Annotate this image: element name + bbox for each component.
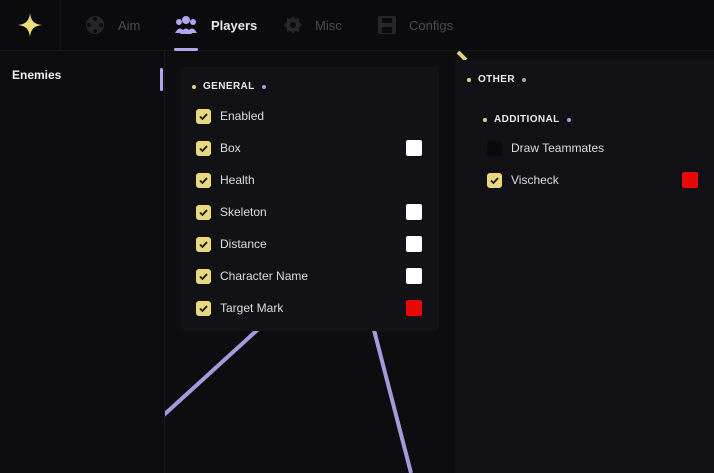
title-dot: [566, 117, 571, 122]
vischeck-checkbox[interactable]: [487, 172, 502, 188]
tab-label: Players: [211, 17, 258, 33]
option-character-name: Character Name: [181, 266, 454, 286]
option-label: Draw Teammates: [511, 141, 605, 155]
option-label: Skeleton: [220, 205, 267, 219]
other-title: OTHER: [478, 74, 515, 85]
check-icon: [199, 304, 208, 312]
crosshair-icon: [84, 14, 106, 36]
option-label: Vischeck: [511, 173, 559, 187]
other-panel: OTHER ADDITIONAL Draw Teammates Vischeck: [455, 60, 714, 473]
title-dot: [522, 77, 526, 82]
users-icon: [173, 14, 199, 36]
option-target-mark: Target Mark: [181, 298, 454, 318]
option-distance: Distance: [181, 234, 454, 254]
tab-label: Aim: [118, 17, 141, 33]
logo: [0, 0, 61, 50]
option-skeleton: Skeleton: [181, 202, 454, 222]
additional-section-title: ADDITIONAL: [483, 114, 571, 125]
option-label: Distance: [220, 237, 267, 251]
additional-title: ADDITIONAL: [494, 114, 560, 125]
tab-players[interactable]: Players: [173, 0, 257, 50]
tab-label: Configs: [409, 17, 454, 33]
general-panel: GENERAL Enabled Box Health Skeleton Dist…: [181, 67, 439, 331]
box-color-swatch[interactable]: [406, 140, 422, 156]
sidebar: Enemies: [0, 51, 165, 473]
distance-color-swatch[interactable]: [406, 236, 422, 252]
option-label: Character Name: [220, 269, 309, 283]
box-checkbox[interactable]: [196, 140, 211, 156]
gear-icon: [283, 15, 303, 35]
option-box: Box: [181, 138, 454, 158]
option-label: Box: [220, 141, 241, 155]
top-bar: Aim Players Misc Configs: [0, 0, 714, 51]
option-label: Target Mark: [220, 301, 284, 315]
target-mark-checkbox[interactable]: [196, 300, 211, 316]
target-mark-color-swatch[interactable]: [406, 300, 422, 316]
option-label: Enabled: [220, 109, 265, 123]
check-icon: [199, 240, 208, 248]
tab-misc[interactable]: Misc: [283, 0, 342, 50]
option-vischeck: Vischeck: [455, 170, 714, 190]
title-dot: [483, 117, 487, 122]
character-name-color-swatch[interactable]: [406, 268, 422, 284]
check-icon: [199, 176, 208, 184]
title-dot: [192, 84, 196, 89]
check-icon: [199, 144, 208, 152]
option-draw-teammates: Draw Teammates: [455, 138, 714, 158]
vischeck-color-swatch[interactable]: [682, 172, 698, 188]
check-icon: [490, 176, 499, 184]
general-title: GENERAL: [203, 81, 255, 92]
tab-aim[interactable]: Aim: [84, 0, 140, 50]
check-icon: [199, 112, 208, 120]
check-icon: [199, 208, 208, 216]
tab-label: Misc: [315, 17, 342, 33]
character-name-checkbox[interactable]: [196, 268, 211, 284]
sparkle-logo-icon: [18, 13, 42, 37]
option-label: Health: [220, 173, 255, 187]
skeleton-color-swatch[interactable]: [406, 204, 422, 220]
save-icon: [377, 15, 397, 35]
check-icon: [199, 272, 208, 280]
distance-checkbox[interactable]: [196, 236, 211, 252]
general-section-title: GENERAL: [192, 81, 266, 92]
sidebar-active-marker: [160, 68, 163, 91]
title-dot: [467, 77, 471, 82]
tab-configs[interactable]: Configs: [377, 0, 453, 50]
option-health: Health: [181, 170, 454, 190]
enabled-checkbox[interactable]: [196, 108, 211, 124]
active-tab-indicator: [174, 48, 198, 51]
option-enabled: Enabled: [181, 106, 454, 126]
skeleton-checkbox[interactable]: [196, 204, 211, 220]
draw-teammates-checkbox[interactable]: [487, 140, 502, 156]
health-checkbox[interactable]: [196, 172, 211, 188]
title-dot: [261, 84, 266, 89]
sidebar-item-enemies[interactable]: Enemies: [12, 68, 61, 82]
other-section-title: OTHER: [467, 74, 526, 85]
